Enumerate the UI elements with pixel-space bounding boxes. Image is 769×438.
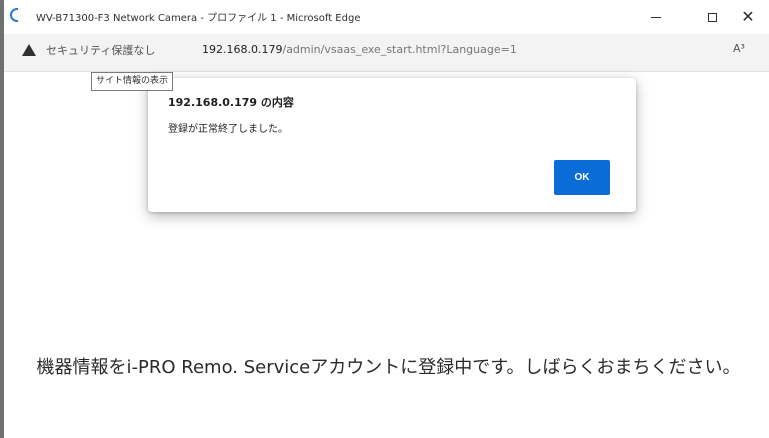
ok-button[interactable]: OK [554, 160, 610, 195]
minimize-button[interactable] [636, 4, 676, 30]
site-info-button[interactable]: セキュリティ保護なし [12, 38, 200, 62]
url-host: 192.168.0.179 [202, 43, 283, 56]
title-bar[interactable]: WV-B71300-F3 Network Camera - プロファイル 1 -… [4, 0, 769, 34]
url-path: /admin/vsaas_exe_start.html?Language=1 [282, 43, 517, 56]
read-aloud-icon[interactable]: A³ [733, 42, 745, 55]
alert-dialog: 192.168.0.179 の内容 登録が正常終了しました。 OK [148, 78, 636, 212]
minimize-icon [651, 16, 661, 18]
dialog-title: 192.168.0.179 の内容 [168, 96, 294, 109]
url-field[interactable]: 192.168.0.179/admin/vsaas_exe_start.html… [202, 43, 517, 56]
close-button[interactable]: ✕ [728, 4, 768, 30]
site-info-tooltip: サイト情報の表示 [91, 72, 174, 91]
maximize-icon [707, 12, 717, 22]
maximize-button[interactable] [692, 4, 732, 30]
address-bar: セキュリティ保護なし 192.168.0.179/admin/vsaas_exe… [4, 34, 769, 72]
close-icon: ✕ [741, 7, 755, 26]
page-status-message: 機器情報をi-PRO Remo. Serviceアカウントに登録中です。しばらく… [36, 357, 741, 378]
edge-app-icon [10, 8, 18, 22]
browser-window: WV-B71300-F3 Network Camera - プロファイル 1 -… [0, 0, 769, 438]
window-title: WV-B71300-F3 Network Camera - プロファイル 1 -… [36, 13, 361, 24]
security-status-label: セキュリティ保護なし [46, 44, 156, 57]
warning-icon [22, 44, 36, 56]
dialog-message: 登録が正常終了しました。 [168, 124, 288, 135]
